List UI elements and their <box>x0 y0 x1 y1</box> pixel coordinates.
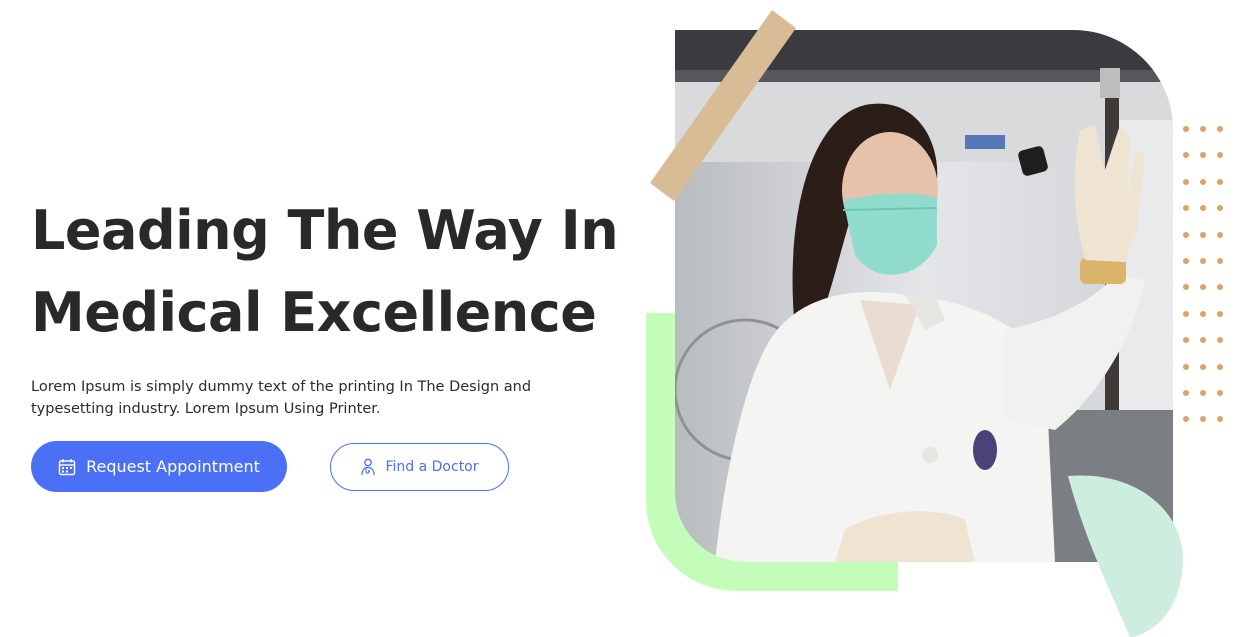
hero-headline: Leading The Way In Medical Excellence <box>31 190 631 354</box>
dot-pattern-decoration <box>1183 126 1224 423</box>
tape-decoration <box>650 10 796 201</box>
hero-headline-line2: Medical Excellence <box>31 281 597 344</box>
calendar-icon <box>58 458 76 476</box>
find-doctor-label: Find a Doctor <box>385 459 479 475</box>
hero-description: Lorem Ipsum is simply dummy text of the … <box>31 379 532 417</box>
find-doctor-button[interactable]: Find a Doctor <box>330 443 509 491</box>
hero-text-block: Leading The Way In Medical Excellence Lo… <box>31 190 631 420</box>
request-appointment-button[interactable]: Request Appointment <box>31 441 287 492</box>
hero-headline-line1: Leading The Way In <box>31 199 619 262</box>
doctor-icon <box>360 458 376 476</box>
request-appointment-label: Request Appointment <box>86 457 260 476</box>
mint-shape-decoration <box>1068 475 1184 637</box>
